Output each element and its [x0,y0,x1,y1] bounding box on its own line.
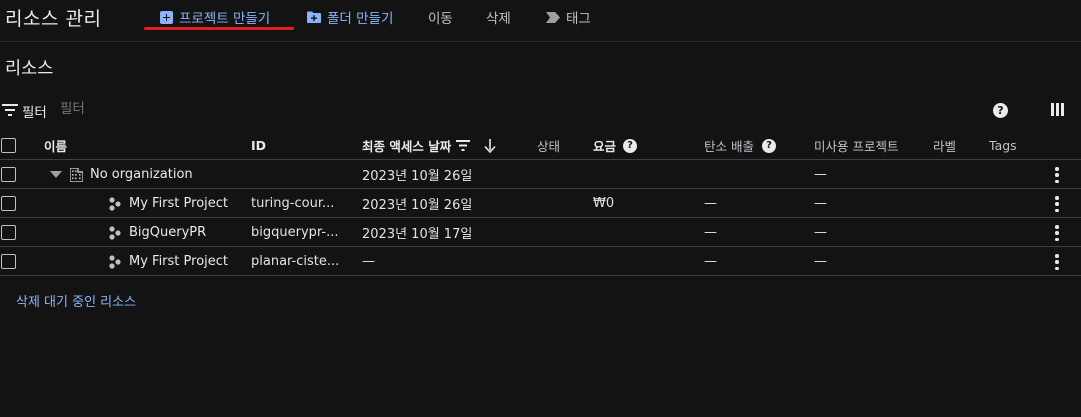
highlight-underline [144,27,294,30]
column-header-id[interactable]: ID [251,131,266,160]
select-all-checkbox[interactable] [1,138,16,153]
last-access-cell: 2023년 10월 26일 [362,198,473,213]
id-cell: turing-cour... [251,196,335,211]
move-label: 이동 [428,11,453,27]
column-header-last-access[interactable]: 최종 액세스 날짜 [362,131,496,160]
more-actions-icon[interactable] [1054,253,1060,271]
column-header-tags[interactable]: Tags [989,131,1017,160]
filter-label: 필터 [22,105,47,121]
last-access-cell: 2023년 10월 17일 [362,227,473,242]
column-header-carbon[interactable]: 탄소 배출 ? [704,131,776,160]
resources-table: 이름 ID 최종 액세스 날짜 상태 요금 ? 탄소 배출 ? 미사용 프로젝트… [0,131,1081,276]
delete-label: 삭제 [486,11,511,27]
row-checkbox[interactable] [1,254,16,269]
row-checkbox[interactable] [1,225,16,240]
arrow-down-icon[interactable] [484,138,496,153]
create-folder-button[interactable]: 폴더 만들기 [307,6,393,28]
filter-input[interactable] [60,101,260,117]
move-button[interactable]: 이동 [428,6,453,28]
create-project-label: 프로젝트 만들기 [179,11,271,27]
row-name: No organization [90,167,193,182]
table-row[interactable]: BigQueryPR bigquerypr-... 2023년 10월 17일 … [0,218,1081,247]
id-cell: planar-ciste... [251,254,340,269]
carbon-cell: — [704,225,717,240]
folder-add-icon [307,11,321,23]
more-actions-icon[interactable] [1054,224,1060,242]
charges-help-icon[interactable]: ? [623,138,638,153]
sort-filter-icon[interactable] [456,140,471,151]
more-actions-icon[interactable] [1054,166,1060,184]
filter-icon [2,104,18,116]
last-access-cell: 2023년 10월 26일 [362,169,473,184]
tags-label: 태그 [566,11,591,27]
carbon-help-icon[interactable]: ? [761,138,776,153]
project-icon [109,254,121,269]
tag-icon [546,11,560,23]
project-icon [109,225,121,240]
collapse-caret-icon[interactable] [50,171,62,178]
more-actions-icon[interactable] [1054,195,1060,213]
unused-cell: — [814,254,827,269]
name-cell: My First Project [109,247,228,276]
table-row[interactable]: My First Project turing-cour... 2023년 10… [0,189,1081,218]
charges-label: 요금 [593,139,617,154]
last-access-label: 최종 액세스 날짜 [362,139,452,154]
tags-button[interactable]: 태그 [546,6,591,28]
column-header-labels[interactable]: 라벨 [933,131,956,160]
name-cell: No organization [50,160,193,189]
section-title: 리소스 [5,59,54,79]
organization-icon [70,167,83,182]
row-name[interactable]: BigQueryPR [129,225,206,240]
filter-bar: 필터 [0,96,1081,124]
create-project-button[interactable]: 프로젝트 만들기 [160,6,270,28]
table-row[interactable]: My First Project planar-ciste... — — — [0,247,1081,276]
name-cell: My First Project [109,189,228,218]
table-row[interactable]: No organization 2023년 10월 26일 — [0,160,1081,189]
charges-cell: ₩0 [593,196,615,211]
unused-cell: — [814,196,827,211]
add-box-icon [160,10,173,24]
column-display-icon[interactable] [1051,103,1064,116]
page-title: 리소스 관리 [5,8,102,30]
name-cell: BigQueryPR [109,218,206,247]
column-header-charges[interactable]: 요금 ? [593,131,638,160]
row-checkbox[interactable] [1,196,16,211]
create-folder-label: 폴더 만들기 [327,11,394,27]
carbon-label: 탄소 배출 [704,139,754,154]
id-cell: bigquerypr-... [251,225,339,240]
pending-deletion-link[interactable]: 삭제 대기 중인 리소스 [16,291,136,310]
row-name[interactable]: My First Project [129,196,228,211]
help-icon[interactable]: ? [993,103,1008,118]
column-header-name[interactable]: 이름 [44,131,67,160]
project-icon [109,196,121,211]
unused-cell: — [814,225,827,240]
table-header: 이름 ID 최종 액세스 날짜 상태 요금 ? 탄소 배출 ? 미사용 프로젝트… [0,131,1081,160]
unused-cell: — [814,167,827,182]
carbon-cell: — [704,196,717,211]
row-name[interactable]: My First Project [129,254,228,269]
column-header-status[interactable]: 상태 [537,131,560,160]
row-checkbox[interactable] [1,167,16,182]
column-header-unused[interactable]: 미사용 프로젝트 [814,131,898,160]
delete-button[interactable]: 삭제 [486,6,511,28]
last-access-cell: — [362,254,375,269]
carbon-cell: — [704,254,717,269]
top-toolbar: 리소스 관리 프로젝트 만들기 폴더 만들기 이동 삭제 태그 [0,0,1081,42]
